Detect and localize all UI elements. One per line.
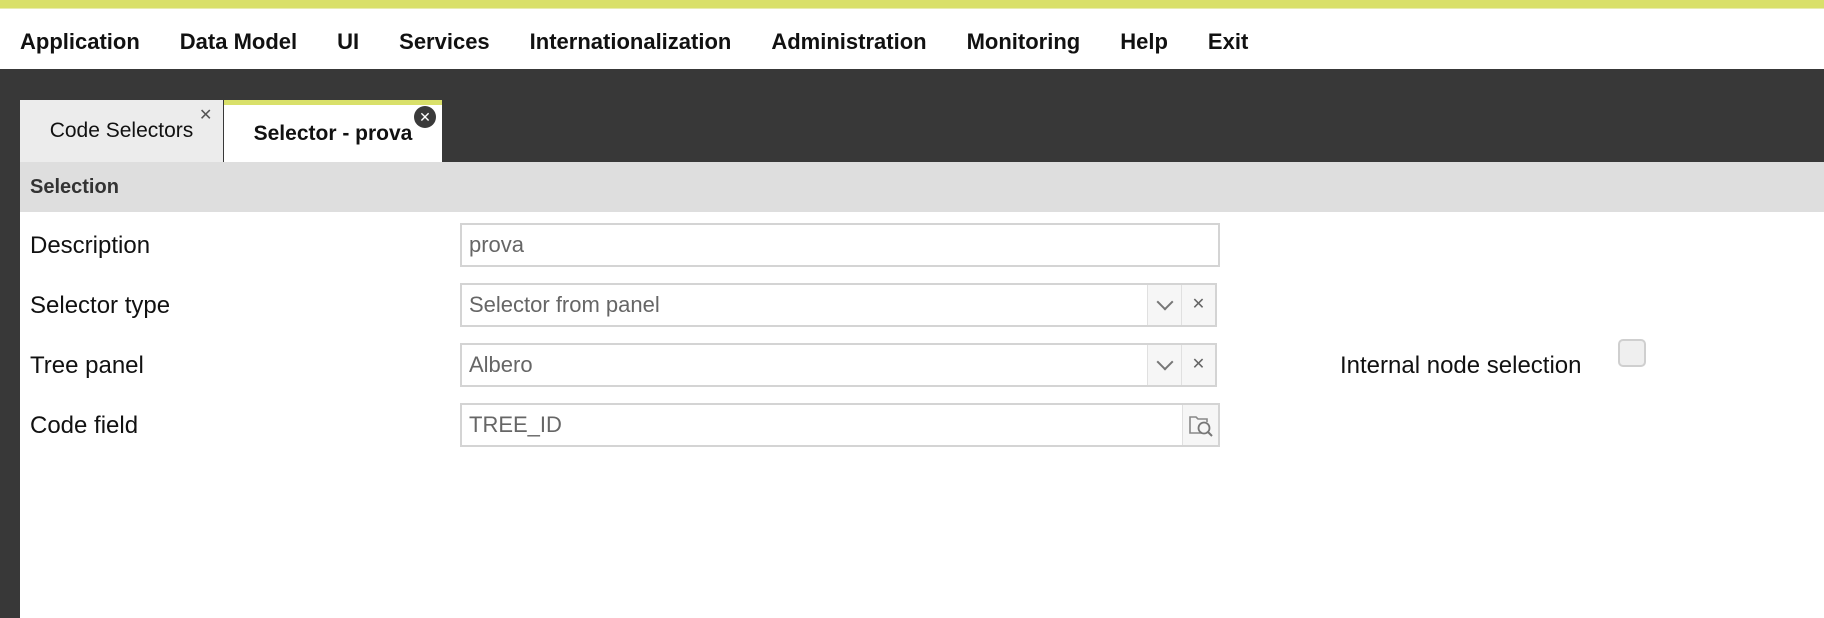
description-value: prova: [469, 232, 525, 257]
top-accent-bar: [0, 0, 1824, 9]
tab-selector-prova[interactable]: Selector - prova: [224, 100, 442, 162]
menu-administration[interactable]: Administration: [771, 25, 926, 53]
internal-node-selection-checkbox[interactable]: [1618, 339, 1646, 367]
clear-icon[interactable]: ✕: [1181, 285, 1215, 325]
close-icon[interactable]: ✕: [199, 108, 212, 124]
tab-label: Code Selectors: [49, 119, 194, 142]
menu-monitoring[interactable]: Monitoring: [967, 25, 1081, 53]
code-field-label: Code field: [30, 412, 139, 439]
description-field[interactable]: prova: [460, 223, 1220, 267]
selection-panel: Selection Description prova Selector typ…: [20, 162, 1824, 618]
section-title: Selection: [30, 175, 119, 198]
code-field-input[interactable]: TREE_ID: [460, 403, 1220, 447]
code-field-value: TREE_ID: [469, 412, 562, 437]
selector-type-value: Selector from panel: [469, 292, 660, 317]
selector-type-combo[interactable]: Selector from panel ✕: [460, 283, 1217, 327]
lookup-search-icon[interactable]: [1182, 405, 1218, 445]
section-header: Selection: [20, 162, 1824, 212]
clear-icon[interactable]: ✕: [1181, 345, 1215, 385]
chevron-down-icon[interactable]: [1147, 345, 1181, 385]
tree-panel-combo[interactable]: Albero ✕: [460, 343, 1217, 387]
main-menubar: Application Data Model UI Services Inter…: [0, 9, 1824, 69]
tab-label: Selector - prova: [253, 121, 413, 145]
menu-ui[interactable]: UI: [337, 25, 359, 53]
tab-code-selectors[interactable]: Code Selectors: [20, 100, 223, 162]
menu-services[interactable]: Services: [399, 25, 490, 53]
menu-help[interactable]: Help: [1120, 25, 1168, 53]
menu-application[interactable]: Application: [20, 25, 140, 53]
chevron-down-icon[interactable]: [1147, 285, 1181, 325]
selector-type-label: Selector type: [30, 292, 171, 319]
menu-exit[interactable]: Exit: [1208, 25, 1248, 53]
close-circle-icon[interactable]: ✕: [414, 106, 436, 128]
tree-panel-value: Albero: [469, 352, 533, 377]
internal-node-selection-label: Internal node selection: [1340, 352, 1582, 379]
description-label: Description: [30, 232, 151, 259]
tree-panel-label: Tree panel: [30, 352, 144, 379]
menu-internationalization[interactable]: Internationalization: [530, 25, 732, 53]
menu-data-model[interactable]: Data Model: [180, 25, 297, 53]
